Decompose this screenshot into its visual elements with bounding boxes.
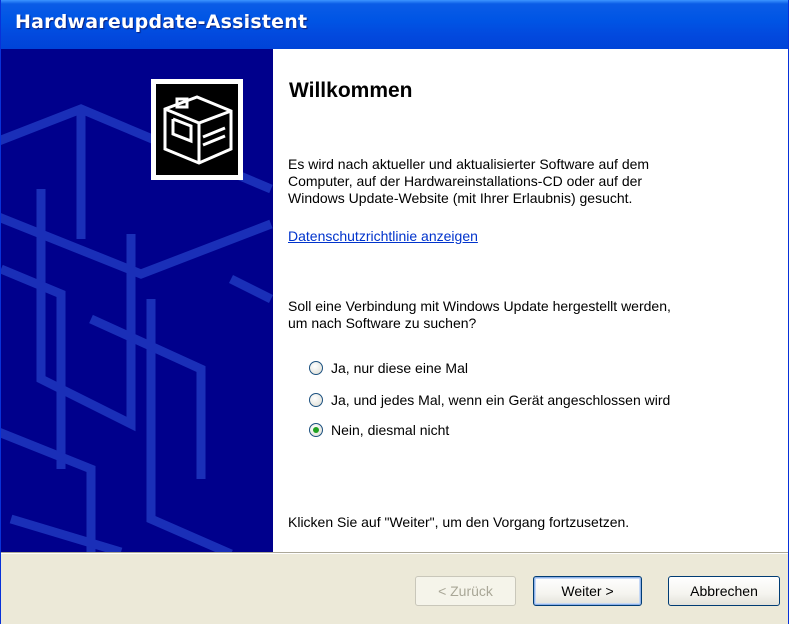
radio-button[interactable] bbox=[309, 361, 323, 375]
next-button[interactable]: Weiter > bbox=[533, 576, 642, 606]
option-label: Ja, und jedes Mal, wenn ein Gerät angesc… bbox=[331, 392, 671, 408]
option-no-not-now[interactable]: Nein, diesmal nicht bbox=[309, 420, 449, 440]
wizard-window: Hardwareupdate-Assistent Willkommen Es w… bbox=[0, 0, 789, 624]
privacy-policy-link[interactable]: Datenschutzrichtlinie anzeigen bbox=[288, 228, 478, 244]
question-line-2: um nach Software zu suchen? bbox=[288, 315, 477, 331]
option-label: Ja, nur diese eine Mal bbox=[331, 360, 468, 376]
intro-line-1: Es wird nach aktueller und aktualisierte… bbox=[288, 156, 650, 172]
cancel-button[interactable]: Abbrechen bbox=[668, 576, 780, 606]
option-yes-once[interactable]: Ja, nur diese eine Mal bbox=[309, 358, 468, 378]
wizard-side-panel bbox=[1, 49, 273, 552]
wizard-content: Willkommen Es wird nach aktueller und ak… bbox=[273, 49, 788, 552]
continue-instruction: Klicken Sie auf "Weiter", um den Vorgang… bbox=[288, 514, 630, 530]
question-line-1: Soll eine Verbindung mit Windows Update … bbox=[288, 298, 671, 314]
window-title: Hardwareupdate-Assistent bbox=[15, 11, 308, 33]
radio-button-selected[interactable] bbox=[309, 423, 323, 437]
back-button[interactable]: < Zurück bbox=[415, 576, 516, 606]
intro-line-3: Windows Update-Website (mit Ihrer Erlaub… bbox=[288, 190, 633, 206]
button-bar: < Zurück Weiter > Abbrechen bbox=[1, 554, 788, 624]
option-label: Nein, diesmal nicht bbox=[331, 422, 450, 438]
hardware-device-icon bbox=[151, 79, 243, 180]
page-title: Willkommen bbox=[289, 79, 413, 102]
title-bar[interactable]: Hardwareupdate-Assistent bbox=[1, 0, 788, 49]
option-yes-always[interactable]: Ja, und jedes Mal, wenn ein Gerät angesc… bbox=[309, 390, 670, 410]
radio-button[interactable] bbox=[309, 393, 323, 407]
intro-line-2: Computer, auf der Hardwareinstallations-… bbox=[288, 173, 643, 189]
